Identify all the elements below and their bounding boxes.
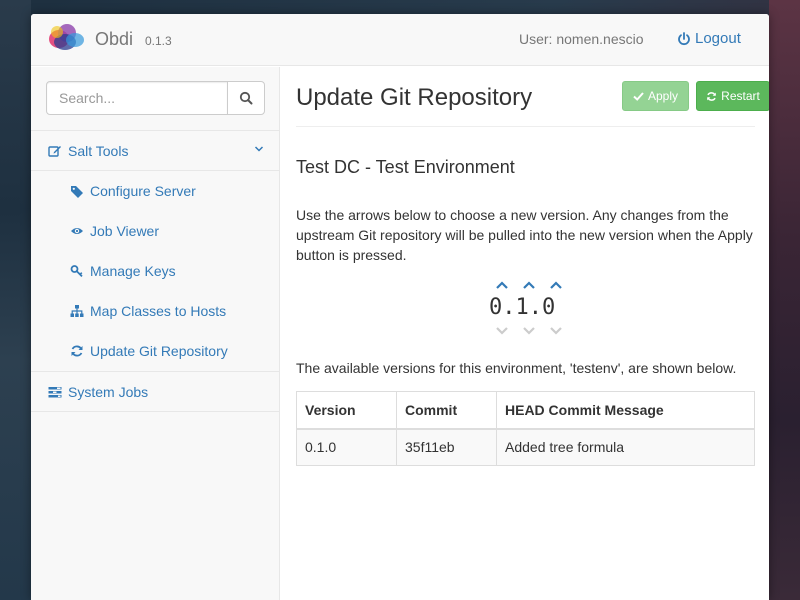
logout-label: Logout <box>695 30 741 47</box>
restart-button[interactable]: Restart <box>696 81 769 111</box>
sidebar-item-label: Map Classes to Hosts <box>90 303 227 319</box>
chevron-up-icon <box>549 281 562 289</box>
page-header: Update Git Repository Apply Restart <box>296 67 769 127</box>
chevron-down-icon <box>496 327 509 335</box>
column-header-version: Version <box>296 391 397 430</box>
sidebar-search <box>31 67 279 131</box>
obdi-logo-icon[interactable] <box>45 22 89 52</box>
available-versions-text: The available versions for this environm… <box>296 360 737 376</box>
sidebar-item-salt-tools[interactable]: Salt Tools <box>31 131 279 171</box>
search-icon <box>239 91 253 105</box>
main-content: Update Git Repository Apply Restart Test… <box>281 67 769 600</box>
sidebar-item-job-viewer[interactable]: Job Viewer <box>31 211 279 251</box>
desktop-background-right <box>769 0 800 600</box>
page-title: Update Git Repository <box>296 84 533 111</box>
tags-icon <box>70 184 84 198</box>
cell-commit: 35f11eb <box>396 428 497 466</box>
sidebar-item-configure-server[interactable]: Configure Server <box>31 171 279 211</box>
search-button[interactable] <box>227 81 265 115</box>
sidebar-item-update-git-repository[interactable]: Update Git Repository <box>31 331 279 371</box>
check-icon <box>633 91 644 101</box>
sidebar-item-manage-keys[interactable]: Manage Keys <box>31 251 279 291</box>
sidebar-item-label: Salt Tools <box>68 142 129 159</box>
sitemap-icon <box>70 304 84 318</box>
top-navbar: Obdi 0.1.3 User: nomen.nescio Logout <box>31 14 769 66</box>
patch-up-button[interactable] <box>542 277 569 293</box>
cell-version: 0.1.0 <box>296 428 397 466</box>
chevron-down-icon[interactable] <box>253 143 265 155</box>
version-up-arrows <box>489 277 569 293</box>
restart-label: Restart <box>721 89 760 103</box>
environment-title: Test DC - Test Environment <box>296 157 515 177</box>
cell-message: Added tree formula <box>496 428 755 466</box>
search-input[interactable] <box>46 81 228 115</box>
refresh-icon <box>70 344 84 358</box>
major-down-button[interactable] <box>489 323 516 339</box>
minor-down-button[interactable] <box>516 323 543 339</box>
refresh-icon <box>707 91 716 101</box>
instructions-text: Use the arrows below to choose a new ver… <box>296 207 753 263</box>
major-up-button[interactable] <box>489 277 516 293</box>
table-header-row: Version Commit HEAD Commit Message <box>296 391 755 430</box>
chevron-down-icon <box>549 327 562 335</box>
key-icon <box>70 264 84 278</box>
minor-up-button[interactable] <box>516 277 543 293</box>
user-label: User: nomen.nescio <box>519 31 644 47</box>
column-header-message: HEAD Commit Message <box>496 391 755 430</box>
versions-table: Version Commit HEAD Commit Message 0.1.0… <box>296 391 755 466</box>
patch-down-button[interactable] <box>542 323 569 339</box>
apply-button[interactable]: Apply <box>622 81 689 111</box>
brand-name[interactable]: Obdi <box>95 29 133 50</box>
tasks-icon <box>48 385 62 399</box>
chevron-down-icon <box>523 327 535 335</box>
column-header-commit: Commit <box>396 391 497 430</box>
sidebar-item-label: Job Viewer <box>90 223 160 239</box>
table-row[interactable]: 0.1.0 35f11eb Added tree formula <box>296 428 755 466</box>
sidebar-item-label: Manage Keys <box>90 263 176 279</box>
sidebar-item-system-jobs[interactable]: System Jobs <box>31 372 279 412</box>
salt-tools-submenu: Configure Server Job Viewer Manage Keys … <box>31 171 279 372</box>
app-version: 0.1.3 <box>145 34 172 48</box>
version-picker: 0.1.0 <box>489 277 569 339</box>
sidebar: Salt Tools Configure Server <box>31 67 280 600</box>
apply-label: Apply <box>647 89 679 103</box>
version-down-arrows <box>489 323 569 339</box>
eye-icon <box>70 224 84 238</box>
power-icon <box>678 31 690 45</box>
chevron-up-icon <box>496 281 509 289</box>
sidebar-item-label: Configure Server <box>90 183 196 199</box>
logout-link[interactable]: Logout <box>677 30 741 47</box>
chevron-up-icon <box>523 281 535 289</box>
sidebar-item-label: System Jobs <box>68 383 149 400</box>
version-value: 0.1.0 <box>489 295 556 320</box>
sidebar-item-label: Update Git Repository <box>90 343 228 359</box>
app-window: Obdi 0.1.3 User: nomen.nescio Logout Sea… <box>31 14 769 600</box>
edit-icon <box>48 144 62 158</box>
desktop-background-left <box>0 0 31 600</box>
sidebar-item-map-classes[interactable]: Map Classes to Hosts <box>31 291 279 331</box>
